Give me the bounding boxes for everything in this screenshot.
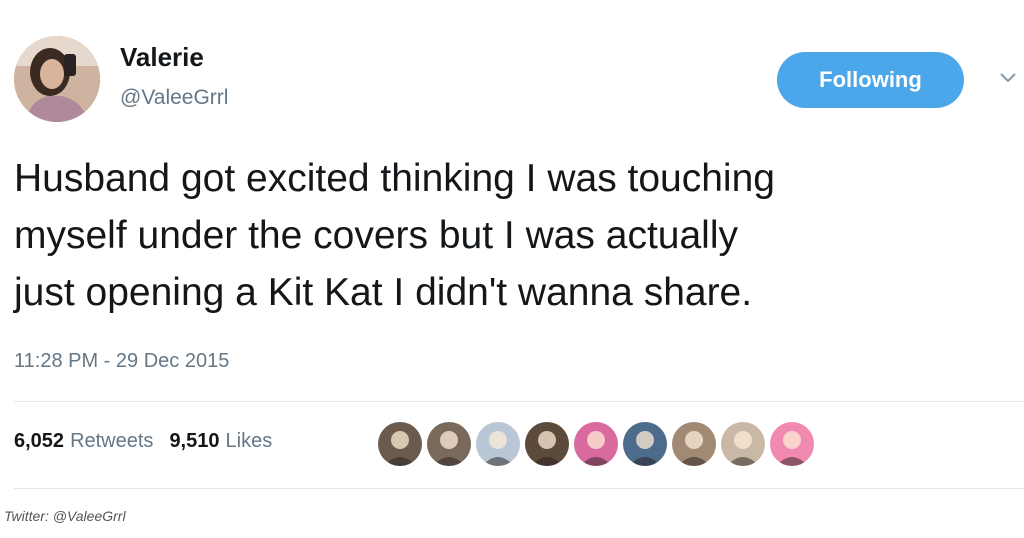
- liker-avatar-icon[interactable]: [770, 422, 814, 466]
- retweets-stat[interactable]: 6,052 Retweets: [14, 430, 153, 453]
- liker-avatars: [378, 422, 814, 466]
- liker-avatar-icon[interactable]: [623, 422, 667, 466]
- chevron-down-icon[interactable]: [998, 68, 1018, 88]
- image-caption: Twitter: @ValeeGrrl: [4, 508, 126, 524]
- liker-avatar-icon[interactable]: [476, 422, 520, 466]
- liker-avatar-icon[interactable]: [672, 422, 716, 466]
- liker-avatar-icon[interactable]: [574, 422, 618, 466]
- retweets-label: Retweets: [70, 430, 154, 452]
- liker-avatar-icon[interactable]: [721, 422, 765, 466]
- user-name[interactable]: Valerie: [120, 42, 204, 73]
- liker-avatar-icon[interactable]: [525, 422, 569, 466]
- divider: [14, 488, 1024, 489]
- likes-count: 9,510: [169, 430, 220, 452]
- likes-stat[interactable]: 9,510 Likes: [169, 430, 272, 453]
- retweets-count: 6,052: [14, 430, 65, 452]
- user-handle[interactable]: @ValeeGrrl: [120, 86, 228, 110]
- profile-photo-icon: [14, 36, 100, 122]
- liker-avatar-icon[interactable]: [427, 422, 471, 466]
- tweet-text: Husband got excited thinking I was touch…: [14, 157, 775, 314]
- divider: [14, 401, 1024, 402]
- tweet-stats: 6,052 Retweets 9,510 Likes: [14, 430, 272, 453]
- liker-avatar-icon[interactable]: [378, 422, 422, 466]
- tweet-timestamp[interactable]: 11:28 PM - 29 Dec 2015: [14, 350, 229, 373]
- profile-avatar[interactable]: [14, 36, 100, 122]
- likes-label: Likes: [225, 430, 273, 452]
- following-button[interactable]: Following: [777, 52, 964, 108]
